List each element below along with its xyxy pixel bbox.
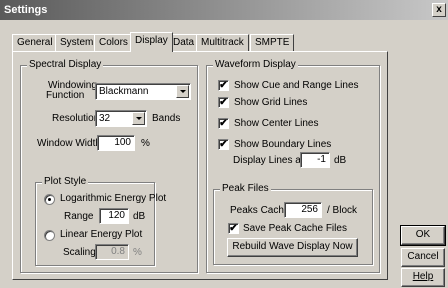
window-width-label: Window Width (37, 138, 101, 149)
scaling-input: 0.8 (95, 244, 129, 260)
help-button[interactable]: Help (401, 268, 445, 287)
tab-general[interactable]: General (12, 34, 58, 51)
windowing-label-line2: Function (46, 90, 85, 101)
ok-button[interactable]: OK (400, 225, 446, 246)
logarithmic-plot-label: Logarithmic Energy Plot (60, 193, 167, 204)
tab-multitrack[interactable]: Multitrack (196, 34, 249, 51)
close-button[interactable]: x (432, 3, 446, 17)
windowing-function-value: Blackmann (99, 86, 149, 97)
show-grid-label: Show Grid Lines (234, 97, 308, 108)
tab-display[interactable]: Display (130, 32, 173, 52)
show-boundary-label: Show Boundary Lines (234, 139, 332, 150)
show-center-label: Show Center Lines (234, 118, 319, 129)
window-title: Settings (4, 4, 48, 16)
peak-files-label: Peak Files (220, 183, 271, 194)
save-peak-cache-label: Save Peak Cache Files (243, 223, 347, 234)
bands-label: Bands (152, 113, 181, 124)
scaling-percent: % (133, 247, 142, 258)
scaling-label: Scaling (63, 247, 96, 258)
window-width-percent: % (141, 138, 150, 149)
close-icon: x (436, 4, 442, 15)
tab-system[interactable]: System (55, 34, 99, 51)
show-center-checkbox[interactable]: ✔ (218, 118, 229, 129)
windowing-function-select[interactable]: Blackmann (95, 83, 191, 100)
range-db-label: dB (133, 211, 146, 222)
help-label: Help (412, 271, 434, 282)
resolution-select[interactable]: 32 (95, 110, 147, 127)
show-boundary-checkbox[interactable]: ✔ (218, 139, 229, 150)
resolution-label: Resolution (52, 113, 100, 124)
peaks-cache-input[interactable]: 256 (284, 202, 322, 218)
peaks-cache-label: Peaks Cache (230, 205, 290, 216)
show-grid-checkbox[interactable]: ✔ (218, 97, 229, 108)
settings-window: Settings x General System Colors Display… (0, 0, 448, 288)
range-input[interactable]: 120 (99, 208, 129, 224)
display-lines-db-label: dB (334, 155, 347, 166)
chevron-down-icon[interactable] (176, 85, 189, 98)
linear-plot-radio[interactable] (44, 230, 55, 241)
save-peak-cache-checkbox[interactable]: ✔ (228, 223, 239, 234)
show-cue-checkbox[interactable]: ✔ (218, 80, 229, 91)
waveform-display-label: Waveform Display (213, 59, 298, 70)
window-width-input[interactable]: 100 (97, 135, 135, 151)
tab-smpte[interactable]: SMPTE (250, 34, 295, 51)
rebuild-wave-display-button[interactable]: Rebuild Wave Display Now (227, 238, 358, 257)
resolution-value: 32 (99, 113, 111, 124)
cancel-button[interactable]: Cancel (401, 248, 445, 267)
show-cue-label: Show Cue and Range Lines (234, 80, 359, 91)
chevron-down-icon[interactable] (132, 112, 145, 125)
tab-colors[interactable]: Colors (94, 34, 133, 51)
display-lines-label: Display Lines at (233, 155, 304, 166)
block-label: / Block (327, 205, 358, 216)
plot-style-label: Plot Style (42, 176, 89, 187)
logarithmic-plot-radio[interactable] (44, 194, 55, 205)
linear-plot-label: Linear Energy Plot (60, 229, 143, 240)
range-label: Range (64, 211, 94, 222)
title-bar: Settings x (0, 0, 448, 20)
display-lines-input[interactable]: -1 (300, 152, 330, 168)
spectral-display-label: Spectral Display (27, 59, 104, 70)
